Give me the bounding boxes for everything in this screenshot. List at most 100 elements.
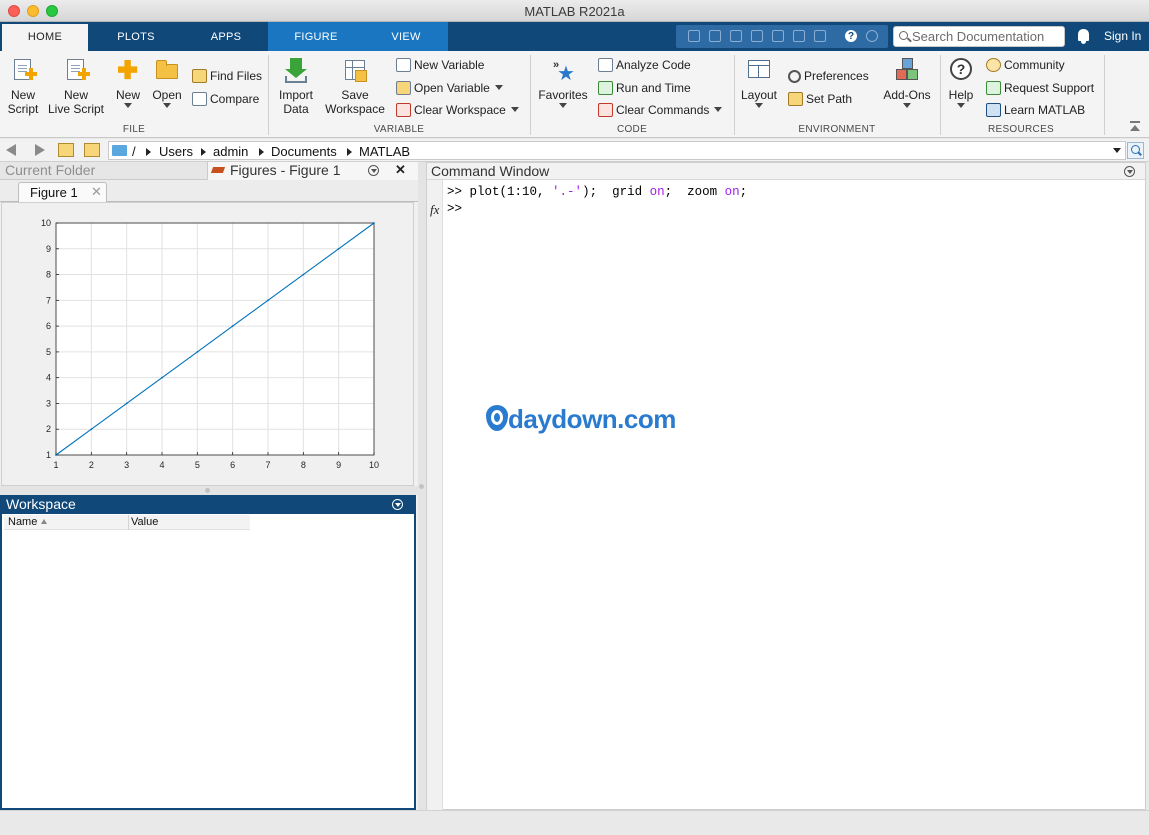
open-variable-icon (396, 81, 411, 95)
resources-group-label: RESOURCES (987, 124, 1055, 135)
horizontal-splitter[interactable] (0, 486, 418, 495)
add-ons-cubes-icon (895, 58, 919, 84)
name-column-header[interactable]: Name (8, 516, 48, 528)
import-data-label-2: Data (283, 102, 309, 116)
function-browser-icon[interactable]: fx (430, 202, 439, 218)
new-live-script-button[interactable]: New Live Script (46, 58, 106, 116)
notification-bell-icon[interactable] (1078, 29, 1089, 44)
line-plot[interactable]: 1 2 3 4 5 6 7 8 9 10 1 2 3 4 5 6 7 8 9 10 (2, 203, 413, 485)
preferences-button[interactable]: Preferences (788, 67, 869, 85)
command-window[interactable]: Command Window fx >> plot(1:10, '.-'); g… (426, 162, 1146, 810)
undo-icon[interactable] (772, 30, 784, 42)
new-dropdown-icon (124, 103, 132, 108)
y-tick-label: 9 (46, 244, 51, 254)
figure-canvas[interactable]: 1 2 3 4 5 6 7 8 9 10 1 2 3 4 5 6 7 8 9 10 (1, 202, 414, 486)
panel-actions-icon[interactable] (368, 165, 379, 176)
open-variable-label: Open Variable (414, 81, 490, 95)
value-column-header[interactable]: Value (131, 516, 158, 528)
run-and-time-button[interactable]: Run and Time (598, 79, 691, 97)
path-segment-admin[interactable]: admin (213, 144, 248, 159)
request-support-button[interactable]: Request Support (986, 79, 1094, 97)
compare-button[interactable]: Compare (192, 90, 259, 108)
new-label: New (115, 88, 140, 102)
vertical-splitter[interactable] (418, 162, 426, 810)
clear-workspace-button[interactable]: Clear Workspace (396, 101, 519, 119)
layout-label: Layout (740, 88, 778, 102)
tab-figure-1[interactable]: Figure 1 ✕ (18, 182, 107, 202)
current-path-field[interactable]: / Users admin Documents MATLAB (108, 141, 1126, 160)
path-history-dropdown-icon[interactable] (1113, 148, 1121, 153)
folder-search-icon[interactable] (1127, 142, 1144, 159)
preferences-label: Preferences (804, 69, 869, 83)
layout-icon (747, 58, 771, 84)
paste-icon[interactable] (751, 30, 763, 42)
switch-windows-icon[interactable] (814, 30, 826, 42)
set-path-button[interactable]: Set Path (788, 90, 852, 108)
community-label: Community (1004, 58, 1065, 72)
y-tick-label: 5 (46, 347, 51, 357)
copy-icon[interactable] (730, 30, 742, 42)
clear-commands-button[interactable]: Clear Commands (598, 101, 723, 119)
current-folder-tab[interactable]: Current Folder (5, 162, 95, 178)
sign-in-link[interactable]: Sign In (1104, 29, 1141, 43)
command-window-title: Command Window (431, 163, 550, 179)
close-figure-tab-icon[interactable]: ✕ (91, 184, 102, 200)
x-tick-label: 2 (89, 460, 94, 470)
find-files-button[interactable]: Find Files (192, 67, 262, 85)
status-bar (0, 810, 1149, 835)
save-icon[interactable] (688, 30, 700, 42)
compare-label: Compare (210, 92, 260, 106)
splitter-grip-icon (205, 488, 210, 493)
ribbon-divider (940, 55, 941, 135)
tab-figure[interactable]: FIGURE (268, 22, 364, 51)
figure-tab-strip: Figure 1 ✕ (0, 180, 418, 202)
new-script-button[interactable]: New Script (4, 58, 42, 116)
customize-toolbar-icon[interactable] (866, 30, 878, 42)
redo-icon[interactable] (793, 30, 805, 42)
close-icon[interactable]: ✕ (395, 162, 406, 178)
open-variable-button[interactable]: Open Variable (396, 79, 503, 97)
search-input[interactable] (912, 28, 1062, 45)
clear-commands-dropdown-icon (714, 107, 723, 112)
new-variable-button[interactable]: New Variable (396, 56, 484, 74)
collapse-ribbon-arrow-icon[interactable] (1130, 125, 1140, 131)
command-window-actions-icon[interactable] (1124, 166, 1135, 177)
clear-workspace-label: Clear Workspace (414, 103, 506, 117)
help-button[interactable]: ? Help (944, 58, 978, 108)
path-root[interactable]: / (132, 144, 136, 159)
tab-apps[interactable]: APPS (184, 22, 268, 51)
new-button[interactable]: New (112, 58, 144, 108)
tab-view[interactable]: VIEW (364, 22, 448, 51)
add-ons-button[interactable]: Add-Ons (880, 58, 934, 108)
learn-matlab-button[interactable]: Learn MATLAB (986, 101, 1085, 119)
figures-panel-header: Figures - Figure 1 ✕ (207, 162, 418, 180)
analyze-code-button[interactable]: Analyze Code (598, 56, 691, 74)
back-arrow-icon[interactable] (6, 144, 16, 156)
path-segment-documents[interactable]: Documents (271, 144, 337, 159)
workspace-actions-icon[interactable] (392, 499, 403, 510)
tab-home[interactable]: HOME (2, 24, 88, 51)
path-segment-matlab[interactable]: MATLAB (359, 144, 410, 159)
history-prompt: >> (447, 185, 463, 199)
path-segment-users[interactable]: Users (159, 144, 193, 159)
layout-button[interactable]: Layout (740, 58, 778, 108)
tab-plots[interactable]: PLOTS (88, 22, 184, 51)
search-documentation[interactable] (893, 26, 1065, 47)
open-button[interactable]: Open (150, 58, 184, 108)
new-script-label-2: Script (7, 102, 39, 116)
help-icon[interactable]: ? (845, 30, 857, 42)
up-folder-icon[interactable] (58, 143, 74, 157)
column-divider[interactable] (128, 515, 129, 530)
browse-folder-icon[interactable] (84, 143, 100, 157)
path-separator-icon (259, 148, 264, 156)
cut-icon[interactable] (709, 30, 721, 42)
workspace-table[interactable]: Name Value (0, 514, 416, 810)
save-workspace-button[interactable]: Save Workspace (322, 58, 388, 116)
import-data-button[interactable]: Import Data (274, 58, 318, 116)
collapse-ribbon-icon[interactable] (1130, 121, 1140, 123)
command-prompt-line[interactable]: >> (447, 202, 462, 216)
favorites-button[interactable]: » ★ Favorites (536, 58, 590, 108)
community-button[interactable]: Community (986, 56, 1065, 74)
forward-arrow-icon[interactable] (35, 144, 45, 156)
add-ons-dropdown-icon (903, 103, 911, 108)
